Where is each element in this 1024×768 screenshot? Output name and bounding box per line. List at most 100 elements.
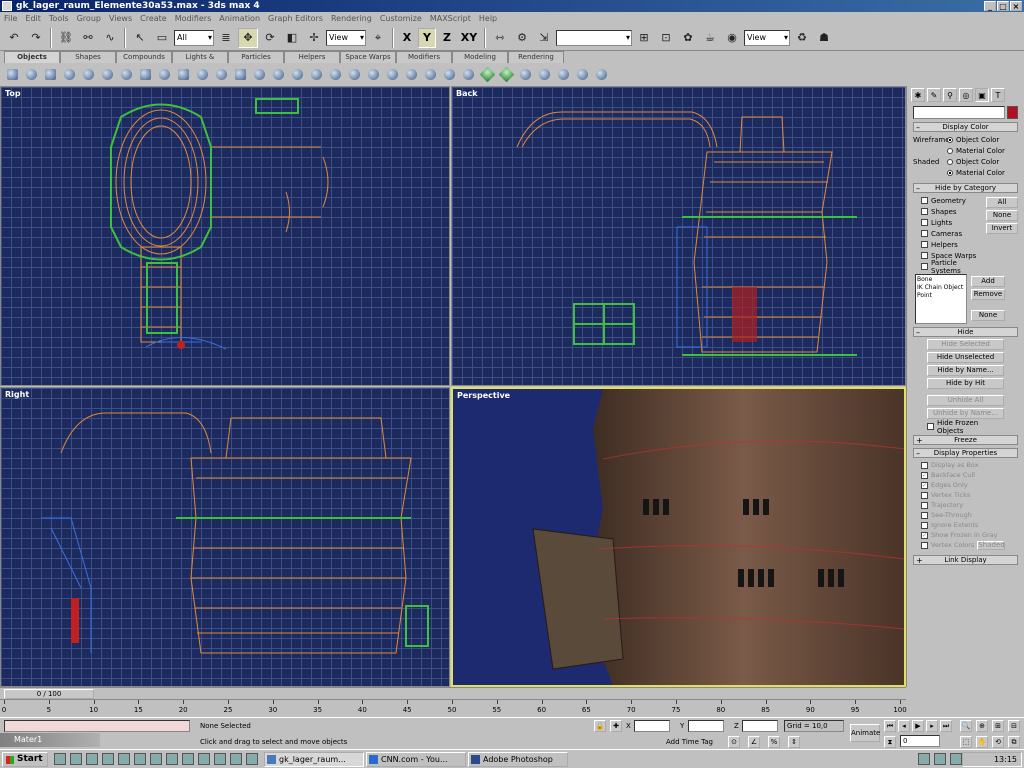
- axis-z-button[interactable]: Z: [438, 28, 456, 48]
- category-listbox[interactable]: Bone IK Chain Object Point: [915, 274, 967, 324]
- show-frozen-gray-check[interactable]: [921, 531, 928, 539]
- box-icon[interactable]: [4, 66, 21, 83]
- scissors-icon[interactable]: [593, 66, 610, 83]
- manipulate-icon[interactable]: ✢: [304, 27, 324, 48]
- gengon-icon[interactable]: [346, 66, 363, 83]
- redo-icon[interactable]: ↷: [26, 27, 46, 48]
- menu-help[interactable]: Help: [479, 12, 497, 25]
- plane-icon[interactable]: [175, 66, 192, 83]
- menu-graph-editors[interactable]: Graph Editors: [268, 12, 323, 25]
- menu-edit[interactable]: Edit: [25, 12, 41, 25]
- tray-icon-1[interactable]: [918, 753, 930, 765]
- pivot-center-icon[interactable]: ⌖: [368, 27, 388, 48]
- menu-file[interactable]: File: [4, 12, 17, 25]
- menu-modifiers[interactable]: Modifiers: [175, 12, 212, 25]
- hide-all-button[interactable]: All: [986, 197, 1018, 208]
- wireframe-material-color-radio[interactable]: [947, 147, 953, 154]
- prism-icon[interactable]: [422, 66, 439, 83]
- material-editor-minimized[interactable]: Mater1: [0, 733, 100, 747]
- axis-xy-button[interactable]: XY: [458, 28, 480, 48]
- quicklaunch-explorer-icon[interactable]: [54, 753, 66, 765]
- chamfer-box-icon[interactable]: [232, 66, 249, 83]
- tab-particles[interactable]: Particles: [228, 51, 284, 63]
- min-max-toggle-icon[interactable]: ⧉: [1008, 736, 1020, 748]
- tab-space-warps[interactable]: Space Warps: [340, 51, 396, 63]
- hide-none-button[interactable]: None: [986, 210, 1018, 221]
- hide-unselected-button[interactable]: Hide Unselected: [927, 352, 1004, 363]
- viewport-top[interactable]: Top: [0, 86, 450, 386]
- hide-frozen-check[interactable]: [927, 423, 934, 430]
- hide-space-warps-check[interactable]: [921, 252, 928, 259]
- modify-tab-icon[interactable]: ✎: [927, 88, 941, 102]
- object-color-swatch[interactable]: [1007, 106, 1018, 119]
- torus-knot-icon[interactable]: [213, 66, 230, 83]
- y-coordinate-field[interactable]: [688, 720, 724, 732]
- wireframe-object-color-radio[interactable]: [947, 136, 953, 143]
- hide-shapes-check[interactable]: [921, 208, 928, 215]
- morph-icon[interactable]: [517, 66, 534, 83]
- tab-objects[interactable]: Objects: [4, 51, 60, 63]
- schematic-view-icon[interactable]: ⊡: [656, 27, 676, 48]
- teapot-icon[interactable]: ☗: [814, 27, 834, 48]
- menu-views[interactable]: Views: [109, 12, 132, 25]
- pyramid-icon[interactable]: [156, 66, 173, 83]
- named-selection-dropdown[interactable]: [556, 29, 632, 46]
- motion-tab-icon[interactable]: ◎: [959, 88, 973, 102]
- l-ext-icon[interactable]: [327, 66, 344, 83]
- tray-icon-2[interactable]: [934, 753, 946, 765]
- percent-snap-icon[interactable]: %: [768, 736, 780, 748]
- close-button[interactable]: ×: [1010, 1, 1022, 11]
- track-view-icon[interactable]: ⊞: [634, 27, 654, 48]
- animate-button[interactable]: Animate: [850, 724, 880, 742]
- start-button[interactable]: Start: [2, 752, 48, 767]
- hierarchy-tab-icon[interactable]: ⚲: [943, 88, 957, 102]
- hide-by-name-button[interactable]: Hide by Name...: [927, 365, 1004, 376]
- lock-selection-icon[interactable]: 🔒: [594, 720, 606, 732]
- hide-invert-button[interactable]: Invert: [986, 223, 1018, 234]
- tab-modeling[interactable]: Modeling: [452, 51, 508, 63]
- system-clock[interactable]: 13:15: [962, 752, 1022, 767]
- quicklaunch-app8-icon[interactable]: [230, 753, 242, 765]
- capsule-icon[interactable]: [289, 66, 306, 83]
- material-editor-icon[interactable]: ✿: [678, 27, 698, 48]
- ringwave-icon[interactable]: [384, 66, 401, 83]
- menu-create[interactable]: Create: [140, 12, 167, 25]
- maximize-button[interactable]: □: [997, 1, 1009, 11]
- trajectory-check[interactable]: [921, 501, 928, 509]
- quicklaunch-app5-icon[interactable]: [182, 753, 194, 765]
- task-photoshop[interactable]: Adobe Photoshop: [468, 752, 568, 767]
- render-type-dropdown[interactable]: View: [744, 29, 790, 46]
- rotate-icon[interactable]: ⟳: [260, 27, 280, 48]
- display-tab-icon[interactable]: ▣: [975, 88, 989, 102]
- tray-icon-3[interactable]: [950, 753, 962, 765]
- quicklaunch-app9-icon[interactable]: [246, 753, 258, 765]
- edges-only-check[interactable]: [921, 481, 928, 489]
- app-icon[interactable]: [2, 1, 12, 11]
- quick-render-icon[interactable]: ◉: [722, 27, 742, 48]
- cone-icon[interactable]: [99, 66, 116, 83]
- quicklaunch-app1-icon[interactable]: [118, 753, 130, 765]
- sphere2-icon[interactable]: [441, 66, 458, 83]
- menu-animation[interactable]: Animation: [219, 12, 260, 25]
- goto-end-icon[interactable]: ⏭: [940, 720, 952, 732]
- x-coordinate-field[interactable]: [634, 720, 670, 732]
- reference-coordinate-dropdown[interactable]: View: [326, 29, 366, 46]
- rollout-hide-by-category-title[interactable]: – Hide by Category: [913, 183, 1018, 193]
- zoom-extents-all-icon[interactable]: ⊟: [1008, 720, 1020, 732]
- angle-snap-icon[interactable]: ∠: [748, 736, 760, 748]
- spindle-icon[interactable]: [308, 66, 325, 83]
- hide-helpers-check[interactable]: [921, 241, 928, 248]
- axis-x-button[interactable]: X: [398, 28, 416, 48]
- torus-icon[interactable]: [61, 66, 78, 83]
- category-add-button[interactable]: Add: [971, 276, 1005, 287]
- unhide-all-button[interactable]: Unhide All: [927, 395, 1004, 406]
- create-tab-icon[interactable]: ✱: [911, 88, 925, 102]
- cylinder-icon[interactable]: [42, 66, 59, 83]
- tube-icon[interactable]: [137, 66, 154, 83]
- align-icon[interactable]: ⇲: [534, 27, 554, 48]
- pan-icon[interactable]: ✋: [976, 736, 988, 748]
- utilities-tab-icon[interactable]: T: [991, 88, 1005, 102]
- rollout-link-display-title[interactable]: + Link Display: [913, 555, 1018, 565]
- hide-particle-systems-check[interactable]: [921, 263, 928, 270]
- z-coordinate-field[interactable]: [742, 720, 778, 732]
